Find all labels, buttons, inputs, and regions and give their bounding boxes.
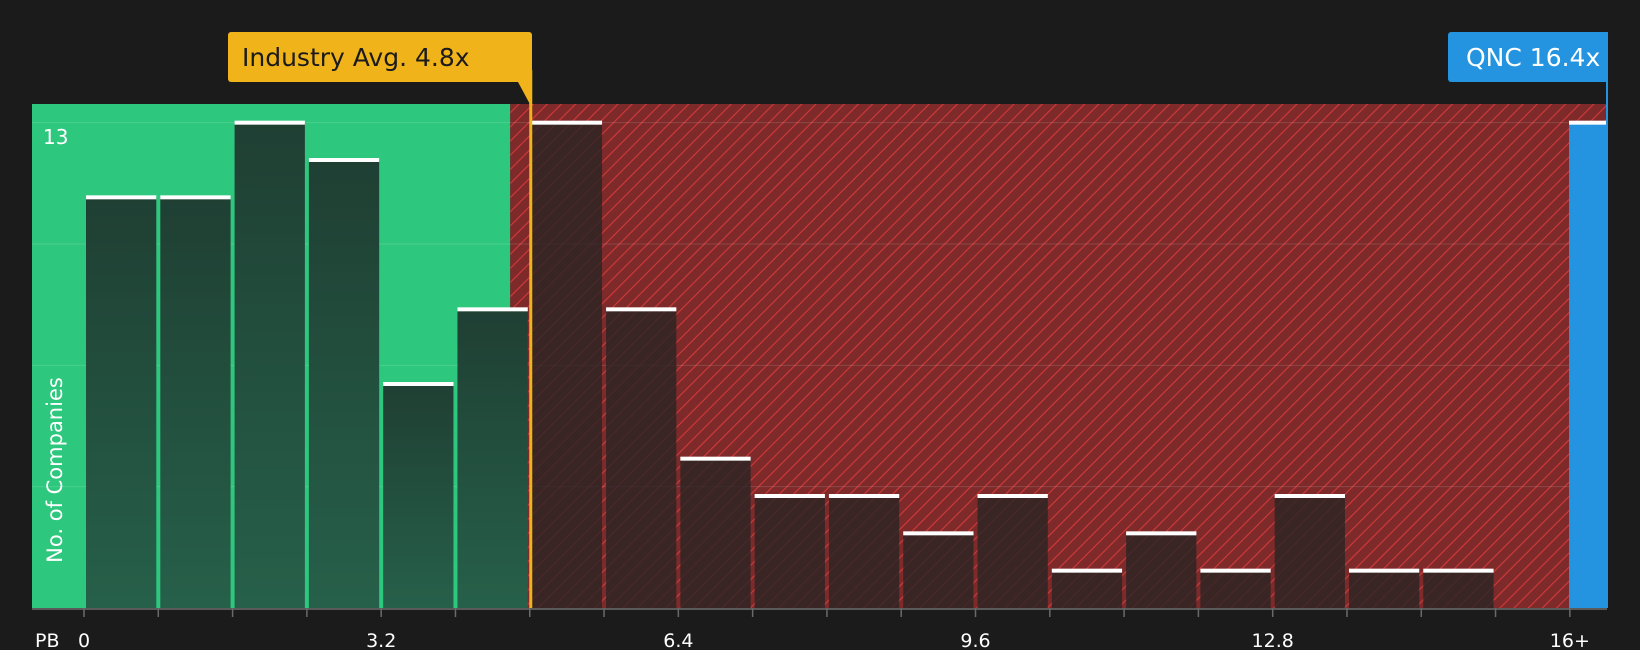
histogram-bar	[86, 197, 157, 609]
x-axis-label: PB	[35, 630, 60, 650]
histogram-bar-cap	[1200, 568, 1271, 573]
x-tick-label: 0	[78, 630, 90, 650]
y-axis-label: No. of Companies	[43, 377, 67, 563]
histogram-bar	[903, 533, 974, 608]
histogram-bar-cap	[680, 456, 751, 461]
company-callout: QNC 16.4x	[1448, 32, 1608, 82]
histogram-bar	[1348, 570, 1420, 608]
x-tick-label: 12.8	[1252, 630, 1294, 650]
x-tick-label: 6.4	[663, 630, 693, 650]
histogram-bar	[828, 496, 900, 608]
histogram-bar-cap	[903, 531, 974, 536]
company-bar	[1569, 122, 1607, 609]
histogram-bar-cap	[1423, 568, 1494, 573]
histogram-bar-cap	[606, 307, 677, 312]
histogram-bar	[234, 122, 305, 609]
histogram-bar-cap	[1126, 531, 1197, 536]
x-tick-label: 3.2	[366, 630, 396, 650]
histogram-bar-cap	[977, 494, 1048, 498]
histogram-bar	[1423, 570, 1494, 608]
histogram-bar-cap	[383, 382, 454, 386]
y-tick-label: 13	[43, 125, 68, 149]
histogram-bar	[308, 160, 380, 608]
industry-avg-callout: Industry Avg. 4.8x	[228, 32, 532, 108]
histogram-bar	[1126, 533, 1197, 608]
histogram-bar	[160, 197, 231, 609]
histogram-bar-cap	[1274, 494, 1345, 498]
histogram-bar-cap	[828, 494, 900, 498]
company-label: QNC 16.4x	[1466, 43, 1600, 72]
histogram-bar-cap	[234, 120, 305, 125]
histogram-bar-cap	[754, 494, 825, 498]
histogram-bar	[1274, 496, 1345, 608]
histogram-bar-cap	[531, 120, 603, 125]
histogram-bar	[531, 122, 603, 609]
histogram-bar	[1200, 570, 1271, 608]
histogram-bar	[754, 496, 825, 608]
histogram-bar-cap	[86, 195, 157, 200]
histogram-bar-cap	[457, 307, 528, 312]
x-tick-label: 9.6	[960, 630, 990, 650]
histogram-bar-cap	[1051, 568, 1123, 573]
x-axis: 0 3.2 6.4 9.6 12.8 16+	[32, 608, 1607, 650]
histogram-bar	[977, 496, 1048, 608]
histogram-bar	[457, 309, 528, 608]
company-bar-cap	[1569, 120, 1607, 125]
histogram-bar	[383, 384, 454, 608]
histogram-bar-cap	[308, 158, 380, 162]
histogram-bar-cap	[160, 195, 231, 200]
x-tick-label: 16+	[1550, 630, 1590, 650]
pb-ratio-chart: 0 3.2 6.4 9.6 12.8 16+ No. of Companies 13 PB…	[32, 32, 1608, 650]
histogram-bar-cap	[1348, 568, 1420, 573]
histogram-bar	[680, 458, 751, 608]
industry-avg-label: Industry Avg. 4.8x	[242, 43, 470, 72]
histogram-bar	[606, 309, 677, 608]
histogram-bar	[1051, 570, 1123, 608]
